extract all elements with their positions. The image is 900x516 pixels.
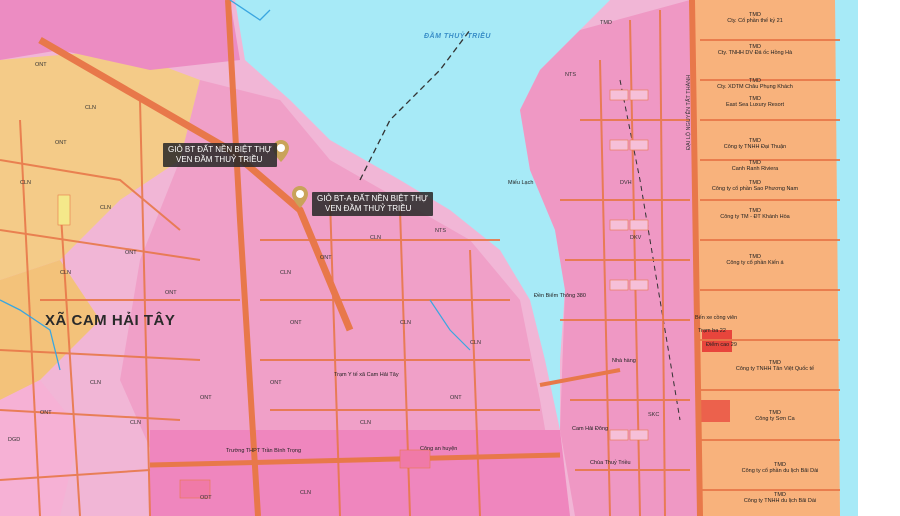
poi-label: Cam Hải Đông (572, 426, 609, 432)
land-use-map[interactable]: GIỎ BT ĐẤT NỀN BIỆT THỰ VEN ĐẦM THUỶ TRI… (0, 0, 900, 516)
tmd-entry: TMD Công ty cổ phần Kiến á (726, 254, 784, 266)
zone-tag: NTS (435, 228, 446, 234)
tmd-entry: TMD Công ty cổ phần du lịch Bãi Dài (741, 462, 819, 474)
zone-tag: CLN (85, 105, 97, 111)
zone-tag: CLN (60, 270, 72, 276)
zone-tag: ONT (125, 250, 137, 256)
project-callout-1[interactable]: GIỎ BT ĐẤT NỀN BIỆT THỰ VEN ĐẦM THUỶ TRI… (163, 143, 277, 167)
callout-line2: VEN ĐẦM THUỶ TRIỀU (176, 155, 263, 164)
map-pin-icon[interactable] (292, 186, 308, 208)
zone-tag: DGD (8, 437, 21, 443)
zone-tag: DKV (630, 235, 642, 241)
tmd-entry: TMD Công ty TNHH Tân Việt Quốc tế (735, 360, 815, 372)
poi-label: Trường THPT Trần Bình Trọng (226, 448, 302, 454)
zone-tag: CLN (370, 235, 382, 241)
zone-tag: CLN (400, 320, 412, 326)
poi-label: Chùa Thuỷ Triều (590, 460, 631, 466)
zone-tag: ONT (200, 395, 212, 401)
tmd-entry: TMD Công ty cổ phần Sao Phương Nam (711, 180, 799, 192)
zone-tag: ONT (165, 290, 177, 296)
tmd-entry: TMD Công ty TNHH du lịch Bãi Dài (743, 492, 817, 504)
tmd-entry: TMD Cty. XDTM Châu Phụng Khách (717, 78, 793, 90)
zone-tag: CLN (130, 420, 142, 426)
tmd-entry: TMD Công ty Sơn Ca (755, 410, 795, 422)
road-label: ĐẠI LỘ NGUYỄN TẤT THÀNH (686, 74, 692, 150)
zone-tag: NTS (565, 72, 576, 78)
poi-label: Trạm Y tế xã Cam Hải Tây (334, 372, 399, 378)
poi-label: Công an huyện (420, 446, 458, 452)
tmd-entry: TMD Công ty TNHH Đại Thuận (723, 138, 787, 150)
poi-label: Đền Biểm Thông 380 (534, 293, 586, 299)
callout-line2: VEN ĐẦM THUỶ TRIỀU (325, 204, 412, 213)
tmd-entry: TMD Cty. TNHH DV Đá ốc Hồng Hà (717, 44, 793, 56)
poi-label: Điểm cao 29 (706, 342, 737, 348)
zone-tag: CLN (20, 180, 32, 186)
callout-line1: GIỎ BT-A ĐẤT NỀN BIỆT THỰ (317, 194, 428, 203)
poi-label: Trạm ba 22 (698, 328, 726, 334)
zone-tag: CLN (470, 340, 482, 346)
zone-tag: TMD (600, 20, 612, 26)
lagoon-label: ĐẦM THUỶ TRIỀU (424, 33, 491, 40)
zone-tag: SKC (648, 412, 660, 418)
zone-tag: ONT (320, 255, 332, 261)
zone-tag: ODT (200, 495, 212, 501)
poi-label: Nhà hàng (612, 358, 636, 364)
zone-tag: CLN (360, 420, 372, 426)
tmd-entry: TMD East Sea Luxury Resort (725, 96, 785, 108)
callout-line1: GIỎ BT ĐẤT NỀN BIỆT THỰ (168, 145, 272, 154)
zone-tag: CLN (90, 380, 102, 386)
zone-tag: ONT (40, 410, 52, 416)
zone-tag: ONT (55, 140, 67, 146)
zone-tag: CLN (100, 205, 112, 211)
zone-tag: CLN (300, 490, 312, 496)
tmd-entry: TMD Cty. Cổ phần thế kỷ 21 (727, 12, 783, 24)
zone-tag: ONT (290, 320, 302, 326)
tmd-entry: TMD Canh Ranh Riviera (731, 160, 779, 172)
zone-tag: ONT (450, 395, 462, 401)
poi-label: Miếu Lạch (508, 180, 534, 186)
zone-tag: ONT (35, 62, 47, 68)
project-callout-2[interactable]: GIỎ BT-A ĐẤT NỀN BIỆT THỰ VEN ĐẦM THUỶ T… (312, 192, 433, 216)
ward-label: XÃ CAM HẢI TÂY (45, 312, 176, 329)
zone-tag: CLN (280, 270, 292, 276)
tmd-entry: TMD Công ty TM - ĐT Khánh Hòa (720, 208, 790, 220)
zone-tag: DVH (620, 180, 632, 186)
poi-label: Bến xe cồng viên (695, 315, 738, 321)
zone-tag: ONT (270, 380, 282, 386)
